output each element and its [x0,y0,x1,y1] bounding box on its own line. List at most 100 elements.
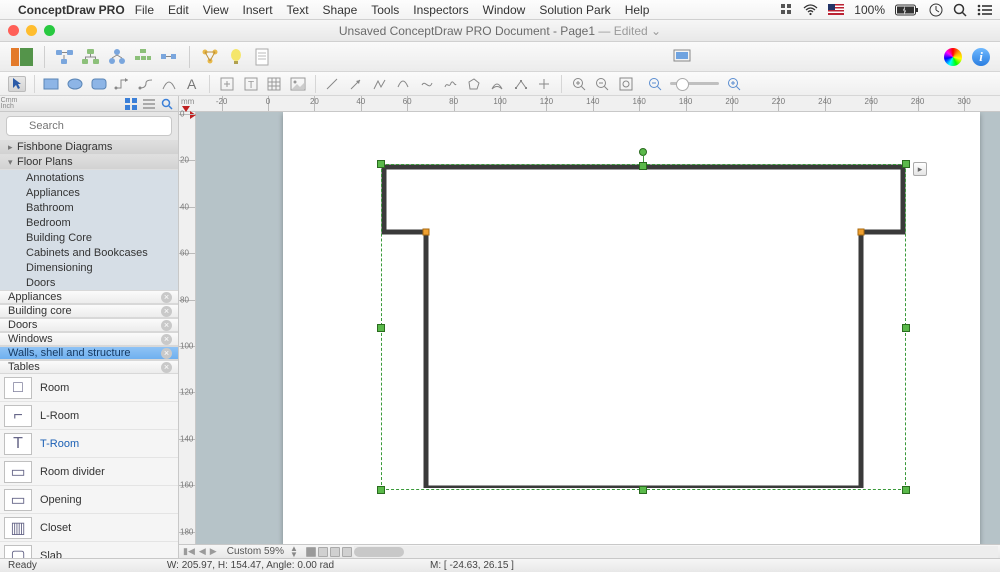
ruler-horizontal[interactable]: mm -200204060801001201401601802002202402… [179,96,1000,111]
handle-w[interactable] [377,324,385,332]
tree-item-annotations[interactable]: Annotations [0,170,178,185]
wifi-icon[interactable] [803,4,818,16]
clock-icon[interactable] [929,3,943,17]
connector-curve-icon[interactable] [137,76,155,92]
zoom-fit-icon[interactable] [617,76,635,92]
handle-nw[interactable] [377,160,385,168]
tree-item-appliances[interactable]: Appliances [0,185,178,200]
library-tab-building-core[interactable]: Building core× [0,304,178,318]
menu-view[interactable]: View [203,3,229,17]
tree-tool-icon[interactable] [107,47,127,67]
edited-indicator[interactable]: — Edited ⌄ [598,24,661,38]
close-icon[interactable]: × [161,306,172,317]
anchor-icon[interactable] [536,76,554,92]
connector-arc-icon[interactable] [160,76,178,92]
text-tool-icon[interactable]: A [184,76,202,92]
close-icon[interactable]: × [161,292,172,303]
spline-icon[interactable] [418,76,436,92]
handle-e[interactable] [902,324,910,332]
tree-item-cabinets-and-bookcases[interactable]: Cabinets and Bookcases [0,245,178,260]
zoom-in-icon[interactable] [570,76,588,92]
t-room-shape[interactable]: ▸ [381,152,906,488]
search-icon[interactable] [953,3,967,17]
handle-ne[interactable] [902,160,910,168]
canvas-viewport[interactable]: ▸ [196,112,1000,558]
shape-opening[interactable]: ▭Opening [0,486,178,514]
rect-tool-icon[interactable] [43,76,61,92]
shape-l-room[interactable]: ⌐L-Room [0,402,178,430]
search-toggle-icon[interactable] [160,98,174,110]
arrow-draw-icon[interactable] [347,76,365,92]
shape-slab[interactable]: ▢Slab [0,542,178,558]
hscrollbar[interactable] [354,546,998,558]
units-icon[interactable]: CmmInch [2,98,16,110]
library-tab-windows[interactable]: Windows× [0,332,178,346]
network-tool-icon[interactable] [200,47,220,67]
tree-item-dimensioning[interactable]: Dimensioning [0,260,178,275]
color-wheel-icon[interactable] [944,48,962,66]
handle-s[interactable] [639,486,647,494]
grid-view-icon[interactable] [124,98,138,110]
shape-closet[interactable]: ▥Closet [0,514,178,542]
freehand-icon[interactable] [441,76,459,92]
menu-edit[interactable]: Edit [168,3,189,17]
curve-draw-icon[interactable] [394,76,412,92]
search-input[interactable] [6,116,172,136]
ellipse-tool-icon[interactable] [66,76,84,92]
menu-solution-park[interactable]: Solution Park [539,3,610,17]
zoom-in2-icon[interactable] [725,76,743,92]
handle-sw[interactable] [377,486,385,494]
handle-se[interactable] [902,486,910,494]
menu-insert[interactable]: Insert [243,3,273,17]
library-tab-tables[interactable]: Tables× [0,360,178,374]
insert-image-icon[interactable] [289,76,307,92]
close-icon[interactable]: × [161,362,172,373]
page[interactable]: ▸ [283,112,980,544]
info-icon[interactable]: i [972,48,990,66]
shape-room[interactable]: □Room [0,374,178,402]
flag-us-icon[interactable] [828,4,844,15]
doc-tool-icon[interactable] [252,47,272,67]
zoom-spinner[interactable]: ▲▼ [290,546,298,558]
close-icon[interactable]: × [161,320,172,331]
menu-file[interactable]: File [135,3,154,17]
tree-group-floorplans[interactable]: ▾Floor Plans [0,155,178,170]
handle-n[interactable] [639,162,647,170]
tree-item-bedroom[interactable]: Bedroom [0,215,178,230]
page-next-icon[interactable]: ▶ [210,546,217,557]
menu-window[interactable]: Window [483,3,526,17]
close-window-button[interactable] [8,25,19,36]
present-tool-icon[interactable] [672,47,692,67]
page-prev-icon[interactable]: ◀ [199,546,206,557]
menu-list-icon[interactable] [977,4,992,16]
app-name[interactable]: ConceptDraw PRO [18,3,125,17]
insert-shape-icon[interactable] [218,76,236,92]
list-view-icon[interactable] [142,98,156,110]
rounded-tool-icon[interactable] [90,76,108,92]
menu-inspectors[interactable]: Inspectors [413,3,468,17]
zoom-window-button[interactable] [44,25,55,36]
edit-points-icon[interactable] [512,76,530,92]
insert-text-icon[interactable]: T [242,76,260,92]
shape-room-divider[interactable]: ▭Room divider [0,458,178,486]
minimize-window-button[interactable] [26,25,37,36]
menu-tools[interactable]: Tools [371,3,399,17]
connector-line-icon[interactable] [113,76,131,92]
page-first-icon[interactable]: ▮◀ [183,546,195,557]
close-icon[interactable]: × [161,348,172,359]
grid-status-icon[interactable] [780,3,793,16]
menu-shape[interactable]: Shape [323,3,358,17]
battery-icon[interactable] [895,4,919,16]
handle-notch-left[interactable] [423,229,430,236]
pointer-tool-icon[interactable] [8,76,26,92]
tree-item-doors[interactable]: Doors [0,275,178,290]
tree-item-bathroom[interactable]: Bathroom [0,200,178,215]
polyline-icon[interactable] [371,76,389,92]
zoom-slider[interactable] [670,82,719,85]
library-tab-walls-shell-and-structure[interactable]: Walls, shell and structure× [0,346,178,360]
lightbulb-tool-icon[interactable] [226,47,246,67]
flowchart-tool-icon[interactable] [55,47,75,67]
tree-group-fishbone[interactable]: ▸Fishbone Diagrams [0,140,178,155]
shape-t-room[interactable]: TT-Room [0,430,178,458]
ruler-vertical[interactable]: 020406080100120140160180 [179,112,196,558]
